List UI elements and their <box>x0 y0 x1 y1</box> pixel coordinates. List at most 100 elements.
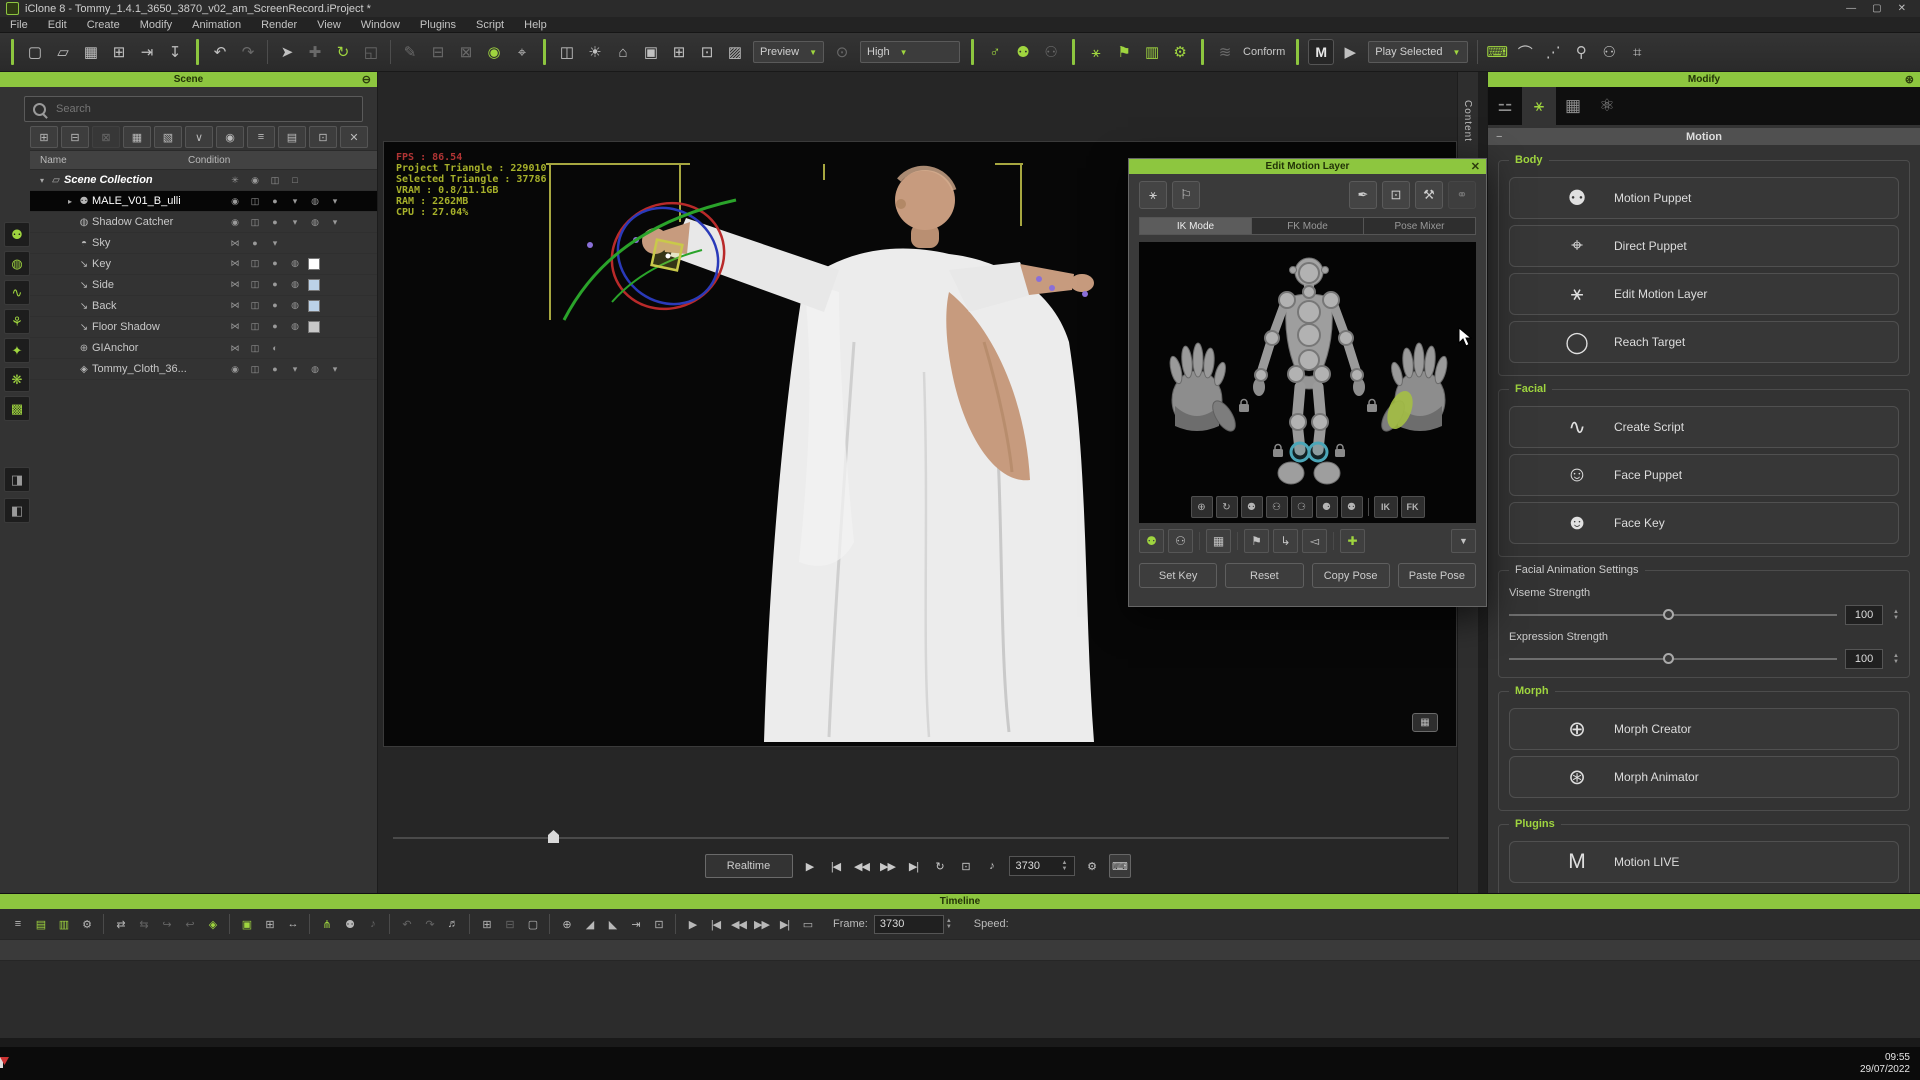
condition-icon[interactable]: ● <box>268 196 282 207</box>
flag-pose-icon[interactable]: ⚑ <box>1244 529 1269 553</box>
scale-tool-icon[interactable]: ◱ <box>359 40 383 64</box>
speaker-icon[interactable]: ◅ <box>1302 529 1327 553</box>
add-track-icon[interactable]: ▤ <box>30 914 51 934</box>
light-color-swatch[interactable] <box>308 300 320 312</box>
shift-left-icon[interactable]: ↩ <box>179 914 200 934</box>
conform-icon[interactable]: ≋ <box>1213 40 1237 64</box>
expand-all-icon[interactable]: ∨ <box>185 126 213 148</box>
move-pin-icon[interactable]: ✚ <box>1340 529 1365 553</box>
loop-icon[interactable]: ⇄ <box>110 914 131 934</box>
flag-icon[interactable]: ⚑ <box>1112 40 1136 64</box>
minimize-button[interactable]: — <box>1846 3 1856 14</box>
condition-icon[interactable]: ⋈ <box>228 300 242 312</box>
menu-item-render[interactable]: Render <box>251 19 307 31</box>
export-range-icon[interactable]: ⊡ <box>648 914 669 934</box>
gizmo-person2-icon[interactable]: ⚇ <box>1168 529 1193 553</box>
category-scenery-icon[interactable]: ∿ <box>4 280 30 305</box>
motionlive-logo-icon[interactable]: M <box>1308 39 1334 65</box>
play-selected-select[interactable]: Play Selected▼ <box>1368 41 1468 63</box>
layer-mode-icon[interactable]: ▤ <box>278 126 306 148</box>
light-color-swatch[interactable] <box>308 321 320 333</box>
condition-icon[interactable]: □ <box>288 175 302 186</box>
tree-item-floor-shadow[interactable]: ↘Floor Shadow⋈◫●◍ <box>30 317 377 338</box>
tl-loop-icon[interactable]: ▭ <box>797 914 818 934</box>
select-left-icon[interactable]: ⚈ <box>1316 496 1338 518</box>
slider-track[interactable] <box>1509 614 1837 616</box>
condition-icon[interactable]: ◫ <box>248 364 262 375</box>
condition-icon[interactable]: ◍ <box>308 364 322 375</box>
frame-spinner[interactable]: ▲▼ <box>1062 860 1068 872</box>
eml-tab-pose-mixer[interactable]: Pose Mixer <box>1364 217 1476 235</box>
condition-icon[interactable]: ◫ <box>248 217 262 228</box>
audio-button[interactable]: ♪ <box>982 855 1002 877</box>
avatar-proxy-icon[interactable]: ⚇ <box>1039 40 1063 64</box>
slider-knob[interactable] <box>1663 609 1674 620</box>
menu-item-script[interactable]: Script <box>466 19 514 31</box>
category-particle-icon[interactable]: ❋ <box>4 367 30 392</box>
motion-puppet-button[interactable]: ⚉Motion Puppet <box>1509 177 1899 219</box>
track-list-icon[interactable]: ≡ <box>7 914 28 934</box>
actor-icon[interactable]: ▣ <box>639 40 663 64</box>
sample-motion-icon[interactable]: ⚉ <box>339 914 360 934</box>
render-icon[interactable]: ▨ <box>723 40 747 64</box>
tree-item-side[interactable]: ↘Side⋈◫●◍ <box>30 275 377 296</box>
insert-frame-icon[interactable]: ⊞ <box>476 914 497 934</box>
rename-icon[interactable]: ⊡ <box>309 126 337 148</box>
condition-icon[interactable]: ● <box>268 258 282 270</box>
play-circle-icon[interactable]: ▶ <box>1338 40 1362 64</box>
slider-track[interactable] <box>1509 658 1837 660</box>
modify-gear-icon[interactable]: ⊛ <box>1905 73 1914 86</box>
tree-expander-icon[interactable]: ▸ <box>64 197 76 206</box>
bone-settings-icon[interactable]: ⊡ <box>1382 181 1410 209</box>
tab-animation[interactable]: ⚹ <box>1522 87 1556 125</box>
tree-item-scene-collection[interactable]: ▾▱Scene Collection✳◉◫□ <box>30 170 377 191</box>
motion-collapse-icon[interactable]: − <box>1496 131 1502 143</box>
condition-icon[interactable]: ◉ <box>228 217 242 228</box>
snap-icon[interactable]: ⇥ <box>625 914 646 934</box>
tab-material[interactable]: ▦ <box>1556 87 1590 125</box>
condition-icon[interactable]: ◉ <box>248 175 262 186</box>
range-icon[interactable]: ▢ <box>522 914 543 934</box>
set-key-button[interactable]: Set Key <box>1139 563 1217 588</box>
condition-icon[interactable]: ▾ <box>288 364 302 375</box>
menu-item-modify[interactable]: Modify <box>130 19 182 31</box>
new-project-icon[interactable]: ▢ <box>23 40 47 64</box>
full-body-mode-icon[interactable]: ⚹ <box>1139 181 1167 209</box>
condition-icon[interactable]: ● <box>268 300 282 312</box>
visibility-icon[interactable]: ◉ <box>482 40 506 64</box>
create-group-icon[interactable]: ⊞ <box>30 126 58 148</box>
mirror-tool-icon[interactable]: ⊠ <box>454 40 478 64</box>
realtime-button[interactable]: Realtime <box>705 854 793 878</box>
timeline-frame-spinner[interactable]: ▲▼ <box>946 918 952 930</box>
condition-icon[interactable]: ◫ <box>268 175 282 186</box>
redo-icon[interactable]: ↷ <box>236 40 260 64</box>
record-icon[interactable]: ⊙ <box>830 40 854 64</box>
play-button[interactable]: ▶ <box>800 855 820 877</box>
condition-icon[interactable]: ⋈ <box>228 321 242 333</box>
category-texture-icon[interactable]: ▩ <box>4 396 30 421</box>
tl-undo-icon[interactable]: ↶ <box>396 914 417 934</box>
search-input[interactable] <box>54 102 354 116</box>
caption-button[interactable]: ⊡ <box>956 855 976 877</box>
condition-icon[interactable]: ● <box>268 279 282 291</box>
condition-icon[interactable]: ✳ <box>228 175 242 186</box>
condition-icon[interactable]: ⋈ <box>228 258 242 270</box>
tree-item-back[interactable]: ↘Back⋈◫●◍ <box>30 296 377 317</box>
condition-icon[interactable]: ◍ <box>308 217 322 228</box>
gadget-icon[interactable]: ⚙ <box>1168 40 1192 64</box>
clip-mode-icon[interactable]: ▣ <box>236 914 257 934</box>
body-part-selector[interactable]: ⊕↻⚉⚇⚆⚈⚉IKFK <box>1139 242 1476 523</box>
panel-icon[interactable]: ⌗ <box>1625 40 1649 64</box>
marker-icon[interactable]: ◈ <box>202 914 223 934</box>
loop-button[interactable]: ↻ <box>930 855 950 877</box>
next-frame-button[interactable]: ▶▶ <box>878 855 898 877</box>
break-icon[interactable]: ⋔ <box>316 914 337 934</box>
condition-icon[interactable]: ◍ <box>308 196 322 207</box>
menu-item-file[interactable]: File <box>0 19 38 31</box>
paste-pose-button[interactable]: Paste Pose <box>1398 563 1476 588</box>
copy-pose-button[interactable]: Copy Pose <box>1312 563 1390 588</box>
select-lower-icon[interactable]: ⚆ <box>1291 496 1313 518</box>
motion-live-button[interactable]: MMotion LIVE <box>1509 841 1899 883</box>
mirror-pose-icon[interactable]: ▦ <box>1206 529 1231 553</box>
timeline-ruler[interactable] <box>0 939 1920 961</box>
